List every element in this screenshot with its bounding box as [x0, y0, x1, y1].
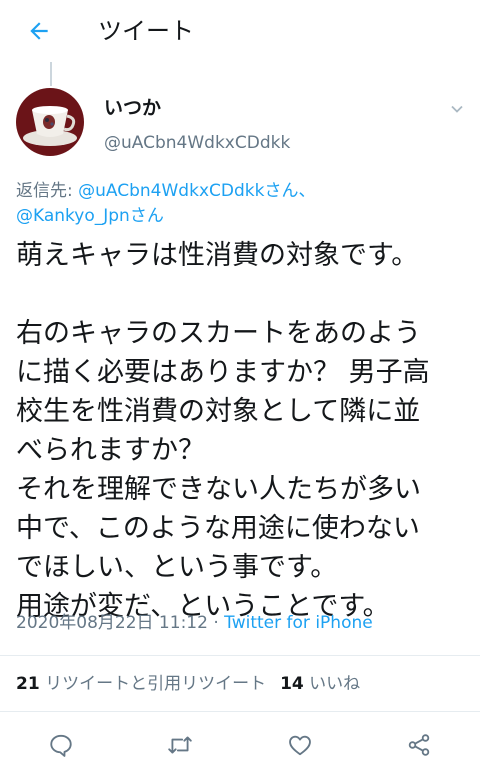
source-link[interactable]: Twitter for iPhone — [224, 613, 373, 633]
retweets-label: リツイートと引用リツイート — [39, 674, 267, 694]
tweet-text-line: に描く必要はありますか？ 男子高 — [16, 357, 430, 388]
divider — [0, 655, 480, 656]
tweet-body: 萌えキャラは性消費の対象です。 右のキャラのスカートをあのよう に描く必要はあり… — [16, 236, 468, 626]
arrow-left-icon — [30, 22, 48, 40]
share-icon — [408, 734, 430, 756]
retweets-stat[interactable]: 21 リツイートと引用リツイート — [16, 674, 266, 694]
replying-to: 返信先: @uACbn4WdkxCDdkkさん、 — [16, 179, 315, 204]
reply-button[interactable] — [44, 728, 78, 762]
page-title: ツイート — [98, 17, 194, 45]
mention-link[interactable]: @Kankyo_Jpnさん — [16, 206, 164, 226]
mention-link[interactable]: @uACbn4WdkxCDdkkさん、 — [78, 181, 315, 201]
author-handle[interactable]: @uACbn4WdkxCDdkk — [104, 131, 290, 155]
replying-to-continued: @Kankyo_Jpnさん — [16, 204, 164, 229]
thread-connector-line — [50, 62, 52, 86]
likes-count: 14 — [280, 674, 304, 694]
back-button[interactable] — [22, 14, 56, 48]
replying-to-prefix: 返信先: — [16, 181, 79, 201]
chevron-down-icon — [451, 105, 463, 113]
avatar[interactable] — [16, 88, 84, 156]
divider — [0, 711, 480, 712]
engagement-stats: 21 リツイートと引用リツイート 14 いいね — [16, 670, 360, 698]
likes-stat[interactable]: 14 いいね — [280, 674, 360, 694]
more-options-button[interactable] — [446, 98, 468, 120]
tweet-text-line — [16, 275, 468, 314]
tweet-text-line: それを理解できない人たちが多い — [16, 474, 421, 505]
tweet-text-line: 萌えキャラは性消費の対象です。 — [16, 240, 419, 271]
meta-separator: · — [207, 613, 225, 633]
reply-icon — [50, 734, 72, 757]
tweet-text-line: 中で、このような用途に使わない — [16, 513, 420, 544]
retweet-button[interactable] — [163, 728, 197, 762]
retweet-icon — [168, 736, 192, 754]
retweets-count: 21 — [16, 674, 40, 694]
tweet-text-line: 右のキャラのスカートをあのよう — [16, 318, 421, 349]
tweet-meta: 2020年08月22日 11:12 · Twitter for iPhone — [16, 610, 373, 636]
tweet-text-line: でほしい、という事です。 — [16, 552, 338, 583]
share-button[interactable] — [402, 728, 436, 762]
like-button[interactable] — [283, 728, 317, 762]
likes-label: いいね — [303, 674, 361, 694]
top-bar: ツイート — [0, 0, 480, 62]
like-icon — [289, 735, 311, 756]
avatar-teacup-image — [16, 88, 84, 156]
tweet-text-line: べられますか？ — [16, 435, 205, 466]
tweet-text-line: 校生を性消費の対象として隣に並 — [16, 396, 421, 427]
author-display-name[interactable]: いつか — [104, 95, 161, 121]
timestamp[interactable]: 2020年08月22日 11:12 — [16, 613, 208, 633]
